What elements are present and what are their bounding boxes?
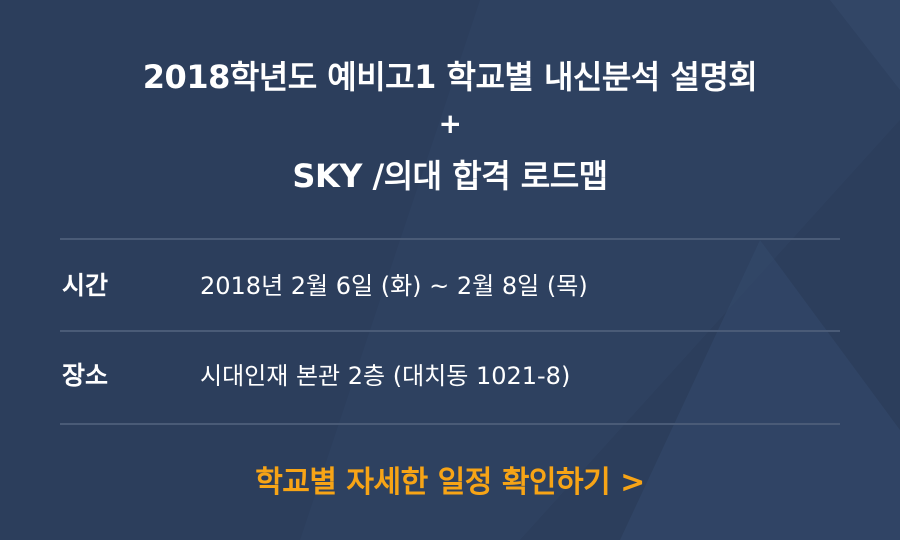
- time-value: 2018년 2월 6일 (화) ~ 2월 8일 (목): [200, 272, 588, 300]
- divider-top: [60, 238, 840, 240]
- banner-subtitle: SKY /의대 합격 로드맵: [292, 157, 608, 195]
- divider-bottom: [60, 423, 840, 425]
- plus-sign: +: [438, 107, 462, 140]
- schedule-link[interactable]: 학교별 자세한 일정 확인하기 >: [0, 463, 900, 503]
- divider-middle: [60, 330, 840, 332]
- event-banner: 2018학년도 예비고1 학교별 내신분석 설명회 + SKY /의대 합격 로…: [0, 0, 900, 540]
- place-label: 장소: [62, 361, 109, 390]
- time-label: 시간: [62, 271, 109, 300]
- place-value: 시대인재 본관 2층 (대치동 1021-8): [200, 362, 571, 390]
- banner-title: 2018학년도 예비고1 학교별 내신분석 설명회: [142, 58, 758, 96]
